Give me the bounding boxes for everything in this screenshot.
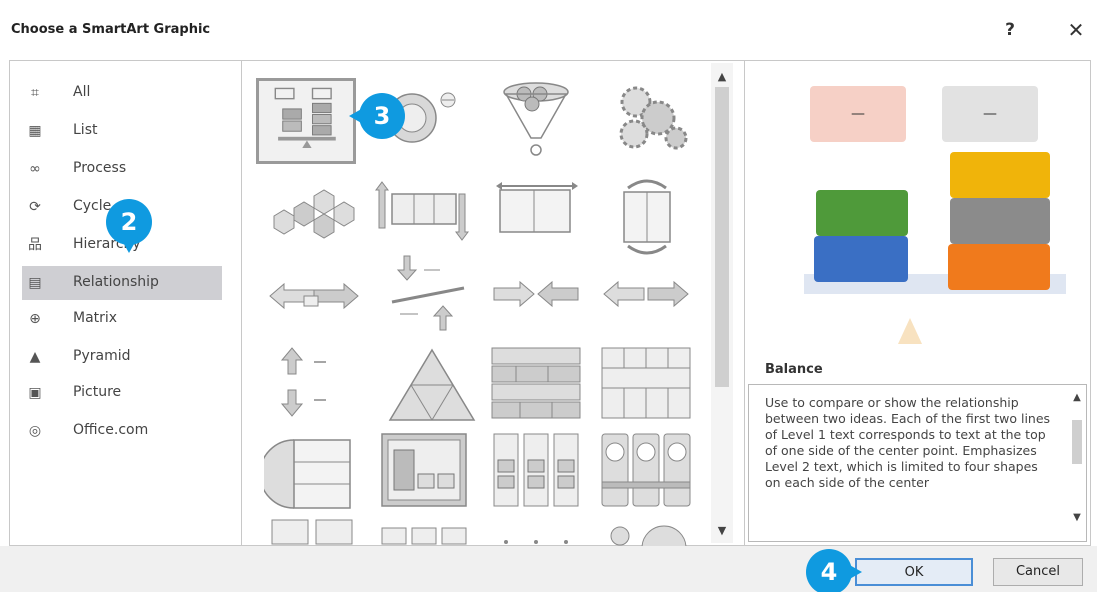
hierarchy-icon: 品 bbox=[28, 237, 42, 253]
category-item-list[interactable]: ▦ List bbox=[22, 114, 222, 148]
category-label: Pyramid bbox=[73, 348, 131, 364]
list-icon: ▦ bbox=[28, 123, 42, 139]
balance-preview: — — bbox=[804, 86, 1066, 344]
category-label: Relationship bbox=[73, 274, 159, 290]
layout-tile-column-list[interactable] bbox=[486, 430, 586, 516]
step-callout-2: 2 bbox=[106, 199, 152, 253]
cycle-icon: ⟳ bbox=[29, 199, 41, 215]
layout-tile-plus-minus[interactable] bbox=[264, 344, 364, 430]
step-callout-3: 3 bbox=[349, 93, 405, 139]
preview-yellow-block bbox=[950, 152, 1050, 198]
preview-green-block bbox=[816, 190, 908, 236]
circles-icon bbox=[610, 525, 687, 546]
layout-tile-partial-4[interactable] bbox=[596, 514, 696, 546]
office-com-icon: ◎ bbox=[28, 423, 42, 439]
desc-scroll-thumb[interactable] bbox=[1072, 420, 1082, 464]
category-item-picture[interactable]: ▣ Picture bbox=[22, 376, 222, 410]
hexagon-cluster-icon bbox=[273, 189, 355, 239]
process-icon: ∞ bbox=[29, 161, 41, 177]
pyramid-icon: ▲ bbox=[29, 349, 41, 365]
desc-scroll-up-icon[interactable]: ▲ bbox=[1069, 392, 1085, 408]
category-item-all[interactable]: ⌗ All bbox=[22, 76, 222, 110]
layout-tile-partial-1[interactable] bbox=[264, 514, 364, 546]
preview-right-top-label: — bbox=[983, 106, 997, 122]
box-pair-icon bbox=[271, 519, 353, 545]
column-list-icon bbox=[493, 433, 579, 507]
picture-icon: ▣ bbox=[28, 385, 42, 401]
category-item-relationship[interactable]: ▤ Relationship bbox=[22, 266, 222, 300]
gear-icon bbox=[619, 86, 688, 150]
box-trio-icon bbox=[381, 527, 467, 545]
counterbalance-arrows-icon bbox=[391, 255, 465, 331]
cancel-button[interactable]: Cancel bbox=[993, 558, 1083, 586]
category-label: All bbox=[73, 84, 91, 100]
scroll-up-icon[interactable]: ▲ bbox=[711, 67, 733, 87]
layout-tile-picture-frame[interactable] bbox=[374, 430, 474, 516]
matrix-icon: ⊕ bbox=[29, 311, 41, 327]
layout-tile-converging-arrows[interactable] bbox=[486, 252, 586, 338]
layout-tile-funnel[interactable] bbox=[486, 78, 586, 164]
layout-tile-partial-2[interactable] bbox=[374, 514, 474, 546]
layout-description: Use to compare or show the relationship … bbox=[765, 395, 1051, 490]
dialog-title: Choose a SmartArt Graphic bbox=[11, 22, 211, 37]
category-label: Picture bbox=[73, 384, 122, 400]
step-callout-4: 4 bbox=[806, 549, 862, 592]
category-item-matrix[interactable]: ⊕ Matrix bbox=[22, 302, 222, 336]
picture-frame-icon bbox=[381, 433, 467, 507]
ok-button[interactable]: OK bbox=[855, 558, 973, 586]
circle-columns-icon bbox=[601, 433, 691, 507]
preview-fulcrum bbox=[898, 318, 922, 344]
layout-tile-diverging-arrows[interactable] bbox=[596, 252, 696, 338]
category-label: Cycle bbox=[73, 198, 112, 214]
nested-target-icon bbox=[264, 439, 351, 509]
layout-tile-stacked-blocks[interactable] bbox=[486, 344, 586, 430]
preview-blue-block bbox=[814, 236, 908, 282]
category-label: Office.com bbox=[73, 422, 149, 438]
layout-tile-circle-columns[interactable] bbox=[596, 430, 696, 516]
diverging-arrows-icon bbox=[603, 280, 689, 308]
preview-orange-block bbox=[948, 244, 1050, 290]
close-button[interactable]: ✕ bbox=[1061, 15, 1091, 45]
layout-tile-balance[interactable] bbox=[256, 78, 356, 164]
desc-scroll-down-icon[interactable]: ▼ bbox=[1069, 512, 1085, 528]
category-label: Process bbox=[73, 160, 127, 176]
layout-tile-grid-blocks[interactable] bbox=[596, 344, 696, 430]
dialog-titlebar: Choose a SmartArt Graphic ? ✕ bbox=[0, 0, 1097, 60]
layout-tile-segmented-pyramid[interactable] bbox=[382, 344, 482, 430]
category-item-pyramid[interactable]: ▲ Pyramid bbox=[22, 340, 222, 374]
category-item-process[interactable]: ∞ Process bbox=[22, 152, 222, 186]
stacked-blocks-icon bbox=[491, 347, 581, 419]
scroll-down-icon[interactable]: ▼ bbox=[711, 521, 733, 541]
layout-tile-partial-3[interactable] bbox=[486, 514, 586, 546]
dots-icon bbox=[504, 540, 568, 544]
description-scrollbar[interactable]: ▲ ▼ bbox=[1069, 388, 1085, 536]
relationship-icon: ▤ bbox=[28, 275, 42, 291]
help-button[interactable]: ? bbox=[996, 15, 1024, 45]
converging-arrows-icon bbox=[493, 280, 579, 308]
preview-left-top-label: — bbox=[851, 106, 865, 122]
grid-blocks-icon bbox=[601, 347, 691, 419]
category-label: Matrix bbox=[73, 310, 118, 326]
all-icon: ⌗ bbox=[31, 85, 39, 101]
funnel-icon bbox=[503, 82, 569, 156]
balance-layout-icon bbox=[274, 87, 336, 148]
preview-gray-block bbox=[950, 198, 1050, 244]
layout-tile-counterbalance-arrows[interactable] bbox=[378, 252, 478, 338]
category-label: List bbox=[73, 122, 98, 138]
layout-name: Balance bbox=[765, 362, 823, 377]
gallery-scrollbar[interactable]: ▲ ▼ bbox=[711, 63, 733, 543]
layout-tile-opposing-arrows[interactable] bbox=[264, 256, 364, 342]
category-item-office-com[interactable]: ◎ Office.com bbox=[22, 414, 222, 448]
layout-tile-hexagon-cluster[interactable] bbox=[264, 178, 364, 264]
plus-minus-arrows-icon bbox=[280, 347, 326, 417]
opposing-arrows-icon bbox=[269, 282, 359, 310]
layout-tile-nested-target[interactable] bbox=[264, 430, 364, 516]
layout-tile-gear[interactable] bbox=[596, 78, 696, 164]
scroll-thumb[interactable] bbox=[715, 87, 729, 387]
segmented-pyramid-icon bbox=[388, 348, 476, 421]
